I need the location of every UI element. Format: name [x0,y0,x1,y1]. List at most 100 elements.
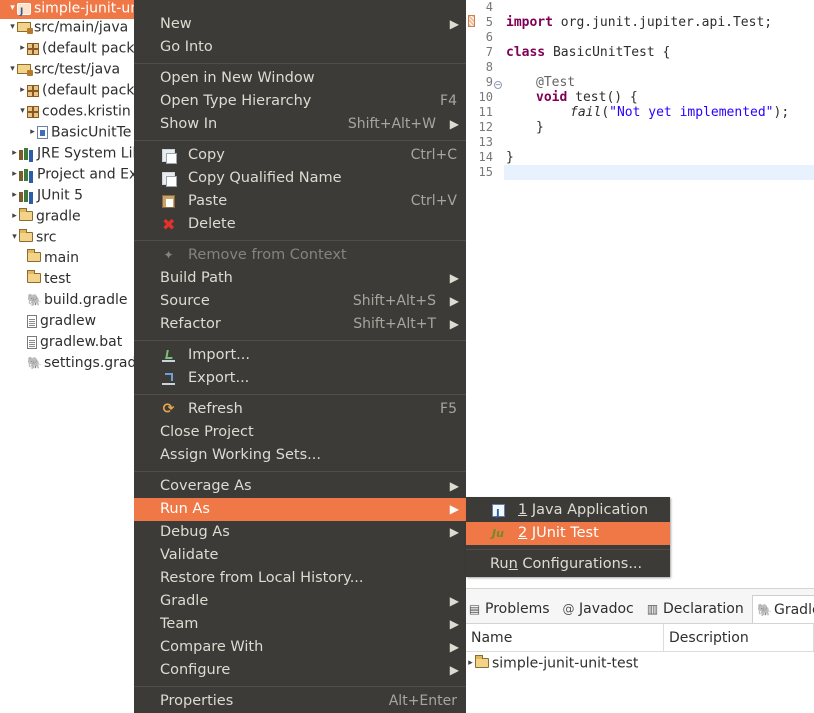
submenu-item-run-configurations[interactable]: Run Configurations... [466,553,670,576]
tree-item[interactable]: gradlew.bat [0,332,122,353]
menu-item-source[interactable]: Source Shift+Alt+S ▶ [134,290,466,313]
code-line-7[interactable]: class BasicUnitTest { [506,45,670,60]
code-line-12[interactable]: } [536,120,544,135]
line-number: 13 [478,135,493,149]
menu-item-compare-with[interactable]: Compare With ▶ [134,636,466,659]
menu-separator [134,63,466,64]
menu-item-copy-qualified-name[interactable]: Copy Qualified Name [134,167,466,190]
chevron-right-icon[interactable]: ▸ [18,80,27,101]
view-tabs: ▤Problems @Javadoc ▥Declaration 🐘Gradle [466,595,814,623]
tree-item[interactable]: gradlew [0,311,96,332]
tree-item[interactable]: ▾ src [0,227,56,248]
code-line-9[interactable]: @Test [536,75,575,90]
menu-item-open-new-window[interactable]: Open in New Window [134,67,466,90]
refresh-icon: ⟳ [162,401,175,417]
menu-item-copy[interactable]: Copy Ctrl+C [134,144,466,167]
tab-declaration[interactable]: ▥ Declaration [646,595,744,623]
chevron-down-icon[interactable]: ▾ [18,101,27,122]
warning-marker-icon[interactable] [468,15,475,27]
java-file-icon [37,126,48,139]
menu-item-configure[interactable]: Configure ▶ [134,659,466,682]
menu-item-coverage-as[interactable]: Coverage As ▶ [134,475,466,498]
submenu-arrow-icon: ▶ [449,271,459,285]
menu-item-run-as[interactable]: Run As ▶ [134,498,466,521]
tree-item[interactable]: ▸ (default pack [0,38,134,59]
tab-gradle[interactable]: 🐘Gradle [752,595,814,623]
tree-item[interactable]: test [0,269,71,290]
tab-problems[interactable]: ▤ Problems [468,595,550,623]
chevron-right-icon[interactable]: ▸ [10,185,19,206]
line-number: 15 [478,165,493,179]
chevron-right-icon[interactable]: ▸ [10,206,19,227]
menu-separator [134,240,466,241]
fold-collapse-icon[interactable]: − [494,81,502,89]
tree-item[interactable]: ▸ JUnit 5 [0,185,83,206]
menu-item-open-type-hierarchy[interactable]: Open Type Hierarchy F4 [134,90,466,113]
folder-icon [19,207,33,221]
menu-item-assign-working-sets[interactable]: Assign Working Sets... [134,444,466,467]
chevron-down-icon[interactable]: ▾ [10,227,19,248]
menu-item-export[interactable]: Export... [134,367,466,390]
tree-item-label: main [44,250,79,266]
menu-item-new[interactable]: New ▶ [134,13,466,36]
chevron-right-icon[interactable]: ▸ [466,653,475,674]
menu-item-close-project[interactable]: Close Project [134,421,466,444]
tree-item-label: (default pack [42,82,134,99]
tree-item[interactable]: main [0,248,79,269]
tree-item-label: src [36,229,57,246]
chevron-right-icon[interactable]: ▸ [10,164,19,185]
chevron-down-icon[interactable]: ▾ [8,17,17,38]
tree-item[interactable]: ▸ JRE System Lib [0,143,134,164]
menu-item-gradle[interactable]: Gradle ▶ [134,590,466,613]
tab-javadoc[interactable]: @ Javadoc [562,595,634,623]
submenu-arrow-icon: ▶ [449,617,459,631]
menu-item-go-into[interactable]: Go Into [134,36,466,59]
chevron-right-icon[interactable]: ▸ [10,143,19,164]
project-icon [17,2,31,23]
tree-item-label: codes.kristin [42,103,131,120]
library-icon [19,168,34,181]
tree-item[interactable]: ▸ (default pack [0,80,134,101]
tree-item[interactable]: ▸ BasicUnitTe [0,122,131,143]
tree-item-label: src/main/java [34,19,129,36]
menu-item-build-path[interactable]: Build Path ▶ [134,267,466,290]
tree-item[interactable]: 🐘settings.gradle [0,353,134,374]
line-number: 8 [485,60,493,74]
menu-item-refactor[interactable]: Refactor Shift+Alt+T ▶ [134,313,466,336]
tree-item-label: src/test/java [34,61,121,78]
menu-item-restore-local-history[interactable]: Restore from Local History... [134,567,466,590]
junit-icon: Ju [492,527,504,540]
menu-item-team[interactable]: Team ▶ [134,613,466,636]
tree-item[interactable]: ▾ src/main/java [0,17,128,38]
submenu-item-junit-test[interactable]: Ju 2 JUnit Test [466,522,670,545]
submenu-item-java-application[interactable]: 1 Java Application [466,499,670,525]
tree-item[interactable]: 🐘 build.gradle [0,290,128,311]
code-line-11[interactable]: fail("Not yet implemented"); [570,105,789,120]
menu-item-show-in[interactable]: Show In Shift+Alt+W ▶ [134,113,466,136]
table-row[interactable]: ▸ simple-junit-unit-test [466,653,814,674]
tree-item-label: BasicUnitTe [51,124,132,141]
chevron-down-icon[interactable]: ▾ [8,59,17,80]
column-header-description[interactable]: Description [664,624,814,652]
menu-item-paste[interactable]: Paste Ctrl+V [134,190,466,213]
code-line-14[interactable]: } [506,150,514,165]
menu-item-validate[interactable]: Validate [134,544,466,567]
chevron-right-icon[interactable]: ▸ [18,38,27,59]
submenu-arrow-icon: ▶ [449,117,459,131]
menu-item-import[interactable]: Import... [134,344,466,367]
code-line-10[interactable]: void test() { [536,90,638,105]
menu-item-properties[interactable]: Properties Alt+Enter [134,690,466,713]
menu-item-delete[interactable]: ✖ Delete [134,213,466,236]
menu-item-refresh[interactable]: ⟳ Refresh F5 [134,398,466,421]
tree-item[interactable]: ▾ src/test/java [0,59,120,80]
tree-item[interactable]: ▾ codes.kristin [0,101,131,122]
menu-item-debug-as[interactable]: Debug As ▶ [134,521,466,544]
declaration-icon: ▥ [646,602,659,616]
tree-item[interactable]: ▸ gradle [0,206,81,227]
tree-item[interactable]: ▸ Project and Ex [0,164,134,185]
chevron-right-icon[interactable]: ▸ [28,122,37,143]
code-line-5[interactable]: import org.junit.jupiter.api.Test; [506,15,772,30]
package-icon [27,42,39,55]
column-header-name[interactable]: Name [466,624,664,652]
line-number: 5 [485,15,493,29]
